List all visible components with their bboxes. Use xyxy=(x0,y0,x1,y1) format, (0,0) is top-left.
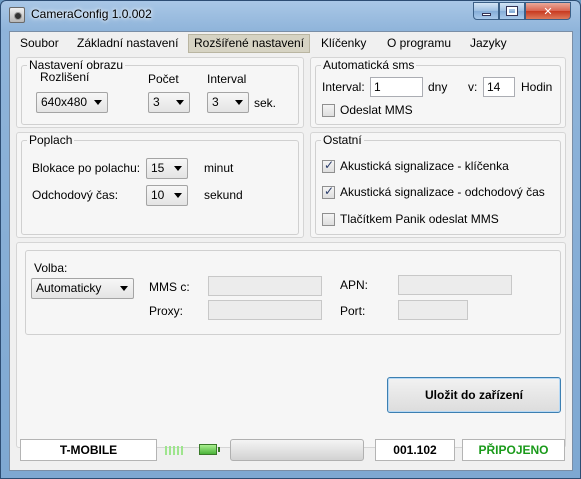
interval-select[interactable]: 3 xyxy=(207,92,249,113)
panic-mms-checkbox[interactable] xyxy=(322,213,335,226)
chevron-down-icon xyxy=(120,286,128,291)
app-window: CameraConfig 1.0.002 ✕ Soubor Základní n… xyxy=(0,0,581,479)
other-panel: Ostatní Akustická signalizace - klíčenka… xyxy=(310,132,566,238)
image-settings-panel: Nastavení obrazu Rozlišení 640x480 Počet… xyxy=(16,57,304,128)
alarm-panel: Poplach Blokace po polachu: 15 minut Odc… xyxy=(16,132,304,238)
chevron-down-icon xyxy=(174,166,182,171)
panic-mms-label: Tlačítkem Panik odeslat MMS xyxy=(340,212,499,226)
menu-item-keyfobs[interactable]: Klíčenky xyxy=(316,34,371,53)
exit-time-unit: sekund xyxy=(204,188,243,202)
sms-hour-input[interactable]: 14 xyxy=(483,77,515,97)
count-value: 3 xyxy=(153,95,160,109)
proxy-label: Proxy: xyxy=(149,304,184,318)
signal-bar xyxy=(181,446,183,455)
exit-time-value: 10 xyxy=(151,188,165,202)
count-select[interactable]: 3 xyxy=(148,92,190,113)
sms-interval-input[interactable]: 1 xyxy=(370,77,423,97)
auto-sms-panel: Automatická sms Interval: 1 dny v: 14 Ho… xyxy=(310,57,566,128)
minimize-button[interactable] xyxy=(473,2,499,20)
port-label: Port: xyxy=(340,304,366,318)
alarm-block-select[interactable]: 15 xyxy=(146,158,188,179)
operator-status: T-MOBILE xyxy=(20,439,157,461)
minimize-icon xyxy=(481,12,491,16)
mmsc-label: MMS c: xyxy=(149,280,190,294)
progress-bar xyxy=(230,439,364,461)
menu-item-languages[interactable]: Jazyky xyxy=(465,34,512,53)
chevron-down-icon xyxy=(235,100,243,105)
close-button[interactable]: ✕ xyxy=(525,2,571,20)
keyfob-sound-label: Akustická signalizace - klíčenka xyxy=(340,159,509,173)
battery-icon xyxy=(199,444,220,455)
alarm-block-value: 15 xyxy=(151,161,165,175)
other-group: Ostatní Akustická signalizace - klíčenka… xyxy=(315,133,561,235)
port-input[interactable] xyxy=(398,300,468,320)
sms-interval-label: Interval: xyxy=(322,80,365,94)
signal-bar xyxy=(173,446,175,455)
signal-bar xyxy=(169,446,171,455)
mms-settings-group: Volba: Automaticky MMS c: Proxy: APN: Po… xyxy=(25,250,561,335)
window-title: CameraConfig 1.0.002 xyxy=(31,7,152,21)
apn-input[interactable] xyxy=(398,275,512,295)
keyfob-sound-checkbox[interactable] xyxy=(322,158,335,173)
apn-label: APN: xyxy=(340,278,369,292)
alarm-group: Poplach Blokace po polachu: 15 minut Odc… xyxy=(21,133,299,235)
maximize-button[interactable] xyxy=(499,2,525,20)
connection-status: PŘIPOJENO xyxy=(462,439,565,461)
alarm-title: Poplach xyxy=(27,133,75,147)
interval-value: 3 xyxy=(212,95,219,109)
menu-item-basic-settings[interactable]: Základní nastavení xyxy=(72,34,183,53)
exit-time-select[interactable]: 10 xyxy=(146,185,188,206)
auto-sms-group: Automatická sms Interval: 1 dny v: 14 Ho… xyxy=(315,58,561,125)
client-area: Soubor Základní nastavení Rozšířené nast… xyxy=(9,31,573,471)
resolution-select[interactable]: 640x480 xyxy=(36,92,108,113)
image-settings-group: Nastavení obrazu Rozlišení 640x480 Počet… xyxy=(21,58,299,125)
chevron-down-icon xyxy=(94,100,102,105)
mmsc-input[interactable] xyxy=(208,276,322,296)
interval-label: Interval xyxy=(207,72,247,86)
title-bar[interactable]: CameraConfig 1.0.002 ✕ xyxy=(1,1,580,29)
choice-label: Volba: xyxy=(34,261,68,275)
send-mms-label: Odeslat MMS xyxy=(340,103,413,117)
save-to-device-button[interactable]: Uložit do zařízení xyxy=(387,377,561,413)
exit-sound-label: Akustická signalizace - odchodový čas xyxy=(340,185,545,199)
camera-app-icon xyxy=(9,7,25,23)
menu-item-advanced-settings[interactable]: Rozšířené nastavení xyxy=(188,34,311,53)
close-icon: ✕ xyxy=(543,5,553,18)
interval-unit: sek. xyxy=(254,96,277,110)
send-mms-checkbox[interactable] xyxy=(322,104,335,117)
exit-sound-checkbox[interactable] xyxy=(322,184,335,199)
alarm-block-unit: minut xyxy=(204,161,234,175)
maximize-icon xyxy=(506,6,518,16)
version-status: 001.102 xyxy=(375,439,455,461)
chevron-down-icon xyxy=(174,193,182,198)
at-label: v: xyxy=(468,80,478,94)
signal-bar xyxy=(177,446,179,455)
signal-bar xyxy=(165,446,167,455)
choice-select[interactable]: Automaticky xyxy=(31,278,134,299)
count-label: Počet xyxy=(148,72,179,86)
chevron-down-icon xyxy=(176,100,184,105)
other-title: Ostatní xyxy=(321,133,364,147)
menu-bar: Soubor Základní nastavení Rozšířené nast… xyxy=(10,32,572,54)
hours-label: Hodin xyxy=(521,80,553,94)
menu-item-about[interactable]: O programu xyxy=(382,34,456,53)
choice-value: Automaticky xyxy=(36,281,102,295)
days-label: dny xyxy=(428,80,448,94)
alarm-block-label: Blokace po polachu: xyxy=(32,161,141,175)
auto-sms-title: Automatická sms xyxy=(321,58,417,72)
resolution-label: Rozlišení xyxy=(40,70,90,84)
mms-settings-panel: Volba: Automaticky MMS c: Proxy: APN: Po… xyxy=(16,242,566,448)
menu-item-soubor[interactable]: Soubor xyxy=(15,34,64,53)
exit-time-label: Odchodový čas: xyxy=(32,188,119,202)
resolution-value: 640x480 xyxy=(41,95,88,109)
proxy-input[interactable] xyxy=(208,300,322,320)
